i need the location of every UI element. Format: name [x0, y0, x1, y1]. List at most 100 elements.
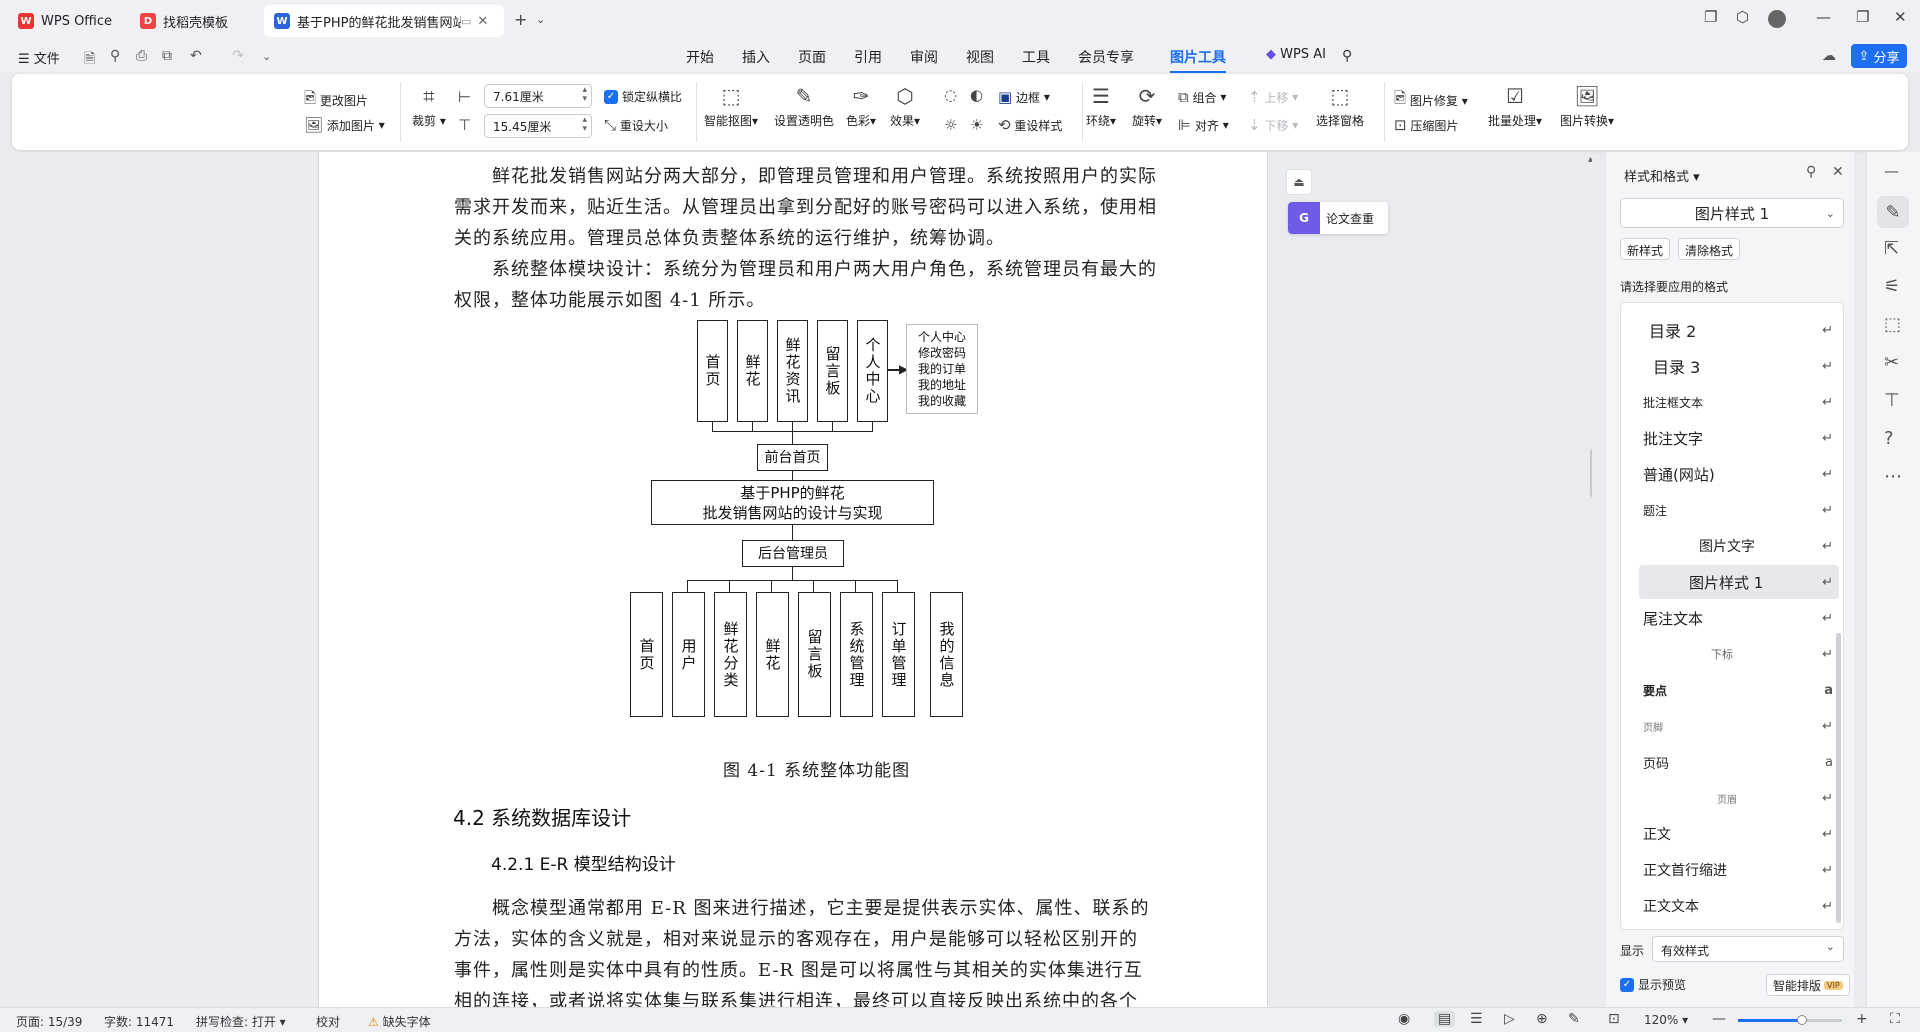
save-icon[interactable]: 🗎: [84, 48, 95, 72]
style-item-subscript[interactable]: 下标 ↵: [1639, 637, 1839, 671]
style-list-scrollbar[interactable]: [1836, 633, 1841, 923]
tools-icon[interactable]: ✂: [1884, 352, 1899, 373]
spinner-icon[interactable]: ▴ ▾: [582, 116, 587, 134]
compress-button[interactable]: ⊡ 压缩图片: [1394, 116, 1458, 134]
cloud-sync-icon[interactable]: ☁: [1822, 48, 1836, 64]
paper-check-button[interactable]: G 论文查重: [1288, 202, 1388, 234]
tab-current-document[interactable]: W 基于PHP的鲜花批发销售网站的 ▭ ✕: [264, 5, 504, 37]
style-item-endnote-text[interactable]: 尾注文本 ↵: [1639, 601, 1839, 635]
collapse-tools-icon[interactable]: ⏏: [1286, 169, 1312, 195]
restore-view-icon[interactable]: ❐: [1704, 8, 1717, 26]
menu-tools[interactable]: 工具: [1022, 47, 1050, 67]
style-item-header[interactable]: 页眉 ↵: [1639, 781, 1839, 815]
spinner-icon[interactable]: ▴ ▾: [582, 86, 587, 104]
menu-home[interactable]: 开始: [686, 47, 714, 67]
cube-icon[interactable]: ⬡: [1736, 8, 1749, 26]
new-tab-icon[interactable]: +: [514, 10, 527, 29]
share-button[interactable]: ⇪ 分享: [1851, 44, 1907, 68]
pen-icon[interactable]: ✎: [1568, 1011, 1580, 1027]
menu-page[interactable]: 页面: [798, 47, 826, 67]
zoom-level[interactable]: 120% ▾: [1644, 1013, 1688, 1027]
tab-docer-templates[interactable]: D 找稻壳模板: [130, 5, 256, 37]
reset-size-button[interactable]: ⤡ 重设大小: [604, 116, 668, 134]
style-item-body-text[interactable]: 正文文本 ↵: [1639, 889, 1839, 923]
style-item-comment-text[interactable]: 批注文字 ↵: [1639, 421, 1839, 455]
document-scrollbar-thumb[interactable]: [1590, 448, 1592, 498]
current-style-select[interactable]: 图片样式 1 ⌄: [1620, 198, 1844, 228]
wrap-button[interactable]: ☰ 环绕▾: [1086, 82, 1116, 129]
minimize-panel-icon[interactable]: —: [1884, 162, 1899, 180]
width-input[interactable]: 7.61厘米 ▴ ▾: [484, 84, 592, 108]
close-tab-icon[interactable]: ✕: [477, 14, 488, 29]
wps-ai-button[interactable]: ◆ WPS AI: [1266, 47, 1326, 62]
style-item-body-indent[interactable]: 正文首行缩进 ↵: [1639, 853, 1839, 887]
lock-ratio-checkbox[interactable]: ✓ 锁定纵横比: [604, 88, 682, 105]
style-item-caption[interactable]: 题注 ↵: [1639, 493, 1839, 527]
maximize-icon[interactable]: ❐: [1856, 8, 1869, 26]
crop-button[interactable]: ⌗ 裁剪 ▾: [412, 82, 446, 129]
clear-format-button[interactable]: 清除格式: [1678, 238, 1741, 260]
avatar[interactable]: [1768, 10, 1786, 28]
file-menu[interactable]: ☰ 文件: [18, 48, 60, 67]
page-indicator[interactable]: 页面: 15/39: [16, 1013, 82, 1030]
selection-pane-button[interactable]: ⬚ 选择窗格: [1316, 82, 1364, 129]
menu-picture-tools[interactable]: 图片工具: [1170, 47, 1226, 73]
menu-reference[interactable]: 引用: [854, 47, 882, 67]
brightness-down-icon[interactable]: ☼: [944, 116, 957, 134]
fullscreen-icon[interactable]: ⛶: [1890, 1011, 1900, 1027]
style-item-body[interactable]: 正文 ↵: [1639, 817, 1839, 851]
style-item-image-text[interactable]: 图片文字 ↵: [1639, 529, 1839, 563]
change-image-button[interactable]: 🖻 更改图片: [304, 88, 368, 113]
web-view-icon[interactable]: ⊕: [1536, 1011, 1548, 1027]
eye-icon[interactable]: ◉: [1398, 1011, 1410, 1027]
smart-layout-button[interactable]: 智能排版 VIP: [1766, 974, 1850, 996]
show-select[interactable]: 有效样式 ⌄: [1652, 936, 1844, 962]
style-item-page-number[interactable]: 页码 a: [1639, 745, 1839, 779]
chevron-down-icon[interactable]: ⌄: [536, 13, 545, 26]
find-icon[interactable]: ⚲: [110, 48, 120, 64]
document-page[interactable]: 鲜花批发销售网站分两大部分，即管理员管理和用户管理。系统按照用户的实际 需求开发…: [318, 152, 1268, 1007]
zoom-in-icon[interactable]: +: [1856, 1011, 1868, 1027]
more-icon[interactable]: ⋯: [1884, 466, 1902, 487]
smart-matting-button[interactable]: ⬚ 智能抠图▾: [704, 82, 758, 129]
outline-view-icon[interactable]: ☰: [1470, 1011, 1483, 1027]
undo-icon[interactable]: ↶: [190, 48, 202, 64]
word-count[interactable]: 字数: 11471: [104, 1013, 174, 1030]
print-icon[interactable]: ⎙: [136, 48, 147, 64]
adjust-icon[interactable]: ⚟: [1884, 276, 1900, 297]
set-transparent-button[interactable]: ✎ 设置透明色: [774, 82, 834, 129]
menu-review[interactable]: 审阅: [910, 47, 938, 67]
reset-style-button[interactable]: ⟲ 重设样式: [998, 116, 1062, 134]
close-window-icon[interactable]: ✕: [1894, 8, 1907, 26]
style-item-normal-web[interactable]: 普通(网站) ↵: [1639, 457, 1839, 491]
page-view-icon[interactable]: ▤: [1434, 1011, 1456, 1027]
brightness-up-icon[interactable]: ☀: [970, 116, 983, 134]
style-item-toc-3[interactable]: 目录 3 ↵: [1639, 349, 1839, 383]
border-button[interactable]: ▣ 边框 ▾: [998, 88, 1050, 106]
print-preview-icon[interactable]: ⧉: [162, 48, 172, 64]
play-icon[interactable]: ▷: [1504, 1011, 1515, 1027]
search-icon[interactable]: ⚲: [1342, 48, 1352, 64]
contrast-icon[interactable]: ◐: [970, 86, 983, 104]
zoom-slider[interactable]: [1738, 1015, 1842, 1025]
edit-style-icon[interactable]: ✎: [1877, 196, 1909, 228]
menu-member[interactable]: 会员专享: [1078, 47, 1134, 67]
rotate-button[interactable]: ⟳ 旋转▾: [1132, 82, 1162, 129]
proofread-button[interactable]: 校对: [316, 1013, 340, 1030]
style-item-key-point[interactable]: 要点 a: [1639, 673, 1839, 707]
tab-wps-office[interactable]: W WPS Office: [8, 5, 124, 37]
help-icon[interactable]: ?: [1884, 428, 1894, 449]
redo-icon[interactable]: ↷: [232, 48, 244, 64]
group-button[interactable]: ⧉ 组合 ▾: [1178, 88, 1226, 106]
effects-button[interactable]: ⬡ 效果▾: [890, 82, 920, 129]
style-item-footer[interactable]: 页脚 ↵: [1639, 709, 1839, 743]
spellcheck-status[interactable]: 拼写检查: 打开 ▾: [196, 1013, 286, 1030]
scroll-up-icon[interactable]: ▴: [1588, 154, 1592, 165]
style-item-toc-2[interactable]: 目录 2 ↵: [1639, 313, 1839, 347]
move-up-button[interactable]: ⇡ 上移 ▾: [1248, 88, 1298, 106]
menu-insert[interactable]: 插入: [742, 47, 770, 67]
fit-page-icon[interactable]: ⊡: [1608, 1011, 1620, 1027]
missing-font-button[interactable]: ⚠ 缺失字体: [368, 1013, 431, 1030]
show-preview-checkbox[interactable]: ✓ 显示预览: [1620, 976, 1686, 993]
picture-edit-icon[interactable]: ⬚: [1884, 314, 1901, 335]
